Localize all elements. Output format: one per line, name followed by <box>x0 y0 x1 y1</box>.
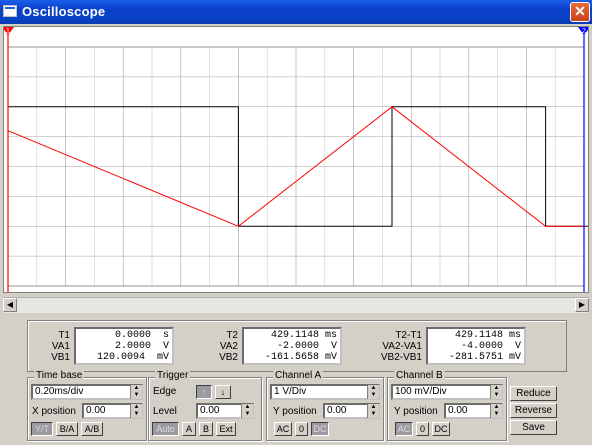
horizontal-scrollbar[interactable]: ◀ ▶ <box>3 297 589 313</box>
trigger-auto-button[interactable]: Auto <box>152 422 179 436</box>
trigger-title: Trigger <box>155 370 191 381</box>
channel-b-title: Channel B <box>394 370 445 381</box>
label-t2: T2 <box>226 330 238 341</box>
trigger-panel: Trigger Edge ↑ ↓ Level 0.00 ▲ ▼ Auto A B … <box>148 370 262 441</box>
xpos-field[interactable]: 0.00 ▲ ▼ <box>82 403 143 419</box>
level-field[interactable]: 0.00 ▲ ▼ <box>196 403 254 419</box>
level-label: Level <box>153 406 177 417</box>
trigger-a-button[interactable]: A <box>182 422 196 436</box>
channel-b-scale-value: 100 mV/Div <box>395 386 447 397</box>
value-vb2: -161.5658 mV <box>264 352 337 363</box>
channel-a-scale-value: 1 V/Div <box>274 386 307 397</box>
value-va1: 2.0000 V <box>114 341 169 352</box>
channel-b-panel: Channel B 100 mV/Div ▲ ▼ Y position 0.00 … <box>387 370 507 441</box>
scroll-left-icon[interactable]: ◀ <box>3 298 17 312</box>
label-va2: VA2 <box>219 341 238 352</box>
label-vb1: VB1 <box>51 352 70 363</box>
channel-a-ac-button[interactable]: AC <box>274 422 292 436</box>
value-t2: 429.1148 ms <box>270 330 337 341</box>
value-vb2-vb1: -281.5751 mV <box>448 352 521 363</box>
edge-label: Edge <box>153 386 177 397</box>
timebase-title: Time base <box>34 370 85 381</box>
timebase-scale-field[interactable]: 0.20ms/div ▲ ▼ <box>31 384 143 400</box>
channel-a-dc-button[interactable]: DC <box>311 422 329 436</box>
xpos-label: X position <box>32 406 76 417</box>
mode-yt-button[interactable]: Y/T <box>31 422 53 436</box>
xpos-value: 0.00 <box>86 405 106 416</box>
reverse-button[interactable]: Reverse <box>510 403 557 418</box>
channel-a-scale-field[interactable]: 1 V/Div ▲ ▼ <box>270 384 380 400</box>
scroll-right-icon[interactable]: ▶ <box>575 298 589 312</box>
window-icon <box>3 5 17 17</box>
channel-a-zero-button[interactable]: 0 <box>295 422 308 436</box>
mode-ab-button[interactable]: A/B <box>81 422 103 436</box>
channel-a-title: Channel A <box>273 370 324 381</box>
channel-b-scale-field[interactable]: 100 mV/Div ▲ ▼ <box>391 384 503 400</box>
oscilloscope-screen: 12 <box>3 26 589 293</box>
channel-b-zero-button[interactable]: 0 <box>416 422 429 436</box>
channel-b-dc-button[interactable]: DC <box>432 422 450 436</box>
channel-a-panel: Channel A 1 V/Div ▲ ▼ Y position 0.00 ▲ ▼ … <box>266 370 384 441</box>
label-vb2-vb1: VB2-VB1 <box>380 352 422 363</box>
label-va1: VA1 <box>51 341 70 352</box>
mode-ba-button[interactable]: B/A <box>56 422 78 436</box>
edge-falling-icon[interactable]: ↓ <box>215 385 231 399</box>
channel-a-ypos-field[interactable]: 0.00 ▲ ▼ <box>323 403 380 419</box>
spinner-icon[interactable]: ▲ ▼ <box>490 404 502 418</box>
trigger-ext-button[interactable]: Ext <box>216 422 236 436</box>
value-va2: -2.0000 V <box>276 341 337 352</box>
window-title: Oscilloscope <box>22 4 106 19</box>
channel-b-ypos-label: Y position <box>394 406 438 417</box>
title-bar: Oscilloscope ✕ <box>0 0 592 24</box>
spinner-icon[interactable]: ▲ ▼ <box>490 385 502 399</box>
close-button[interactable]: ✕ <box>570 2 590 22</box>
timebase-scale-value: 0.20ms/div <box>35 386 84 397</box>
channel-b-ac-button[interactable]: AC <box>395 422 413 436</box>
trigger-b-button[interactable]: B <box>199 422 213 436</box>
close-icon: ✕ <box>574 3 586 19</box>
value-t2-t1: 429.1148 ms <box>454 330 521 341</box>
edge-rising-icon[interactable]: ↑ <box>196 385 212 399</box>
channel-b-ypos-value: 0.00 <box>448 405 468 416</box>
value-t1: 0.0000 s <box>114 330 169 341</box>
channel-a-ypos-label: Y position <box>273 406 317 417</box>
cursor-t1-label: 1 <box>6 28 10 35</box>
label-vb2: VB2 <box>219 352 238 363</box>
readout-panel: T1 VA1 VB1 0.0000 s 2.0000 V 120.0094 mV… <box>27 320 567 372</box>
label-t1: T1 <box>58 330 70 341</box>
label-va2-va1: VA2-VA1 <box>382 341 422 352</box>
spinner-icon[interactable]: ▲ ▼ <box>367 385 379 399</box>
timebase-panel: Time base 0.20ms/div ▲ ▼ X position 0.00 … <box>27 370 147 441</box>
value-va2-va1: -4.0000 V <box>460 341 521 352</box>
spinner-icon[interactable]: ▲ ▼ <box>241 404 253 418</box>
scope-graph: 12 <box>4 27 588 292</box>
channel-b-ypos-field[interactable]: 0.00 ▲ ▼ <box>444 403 503 419</box>
label-t2-t1: T2-T1 <box>395 330 422 341</box>
level-value: 0.00 <box>200 405 220 416</box>
channel-a-ypos-value: 0.00 <box>327 405 347 416</box>
value-vb1: 120.0094 mV <box>96 352 169 363</box>
spinner-icon[interactable]: ▲ ▼ <box>130 404 142 418</box>
reduce-button[interactable]: Reduce <box>510 386 557 401</box>
save-button[interactable]: Save <box>510 420 557 435</box>
spinner-icon[interactable]: ▲ ▼ <box>130 385 142 399</box>
spinner-icon[interactable]: ▲ ▼ <box>367 404 379 418</box>
cursor-t2-label: 2 <box>582 28 586 35</box>
